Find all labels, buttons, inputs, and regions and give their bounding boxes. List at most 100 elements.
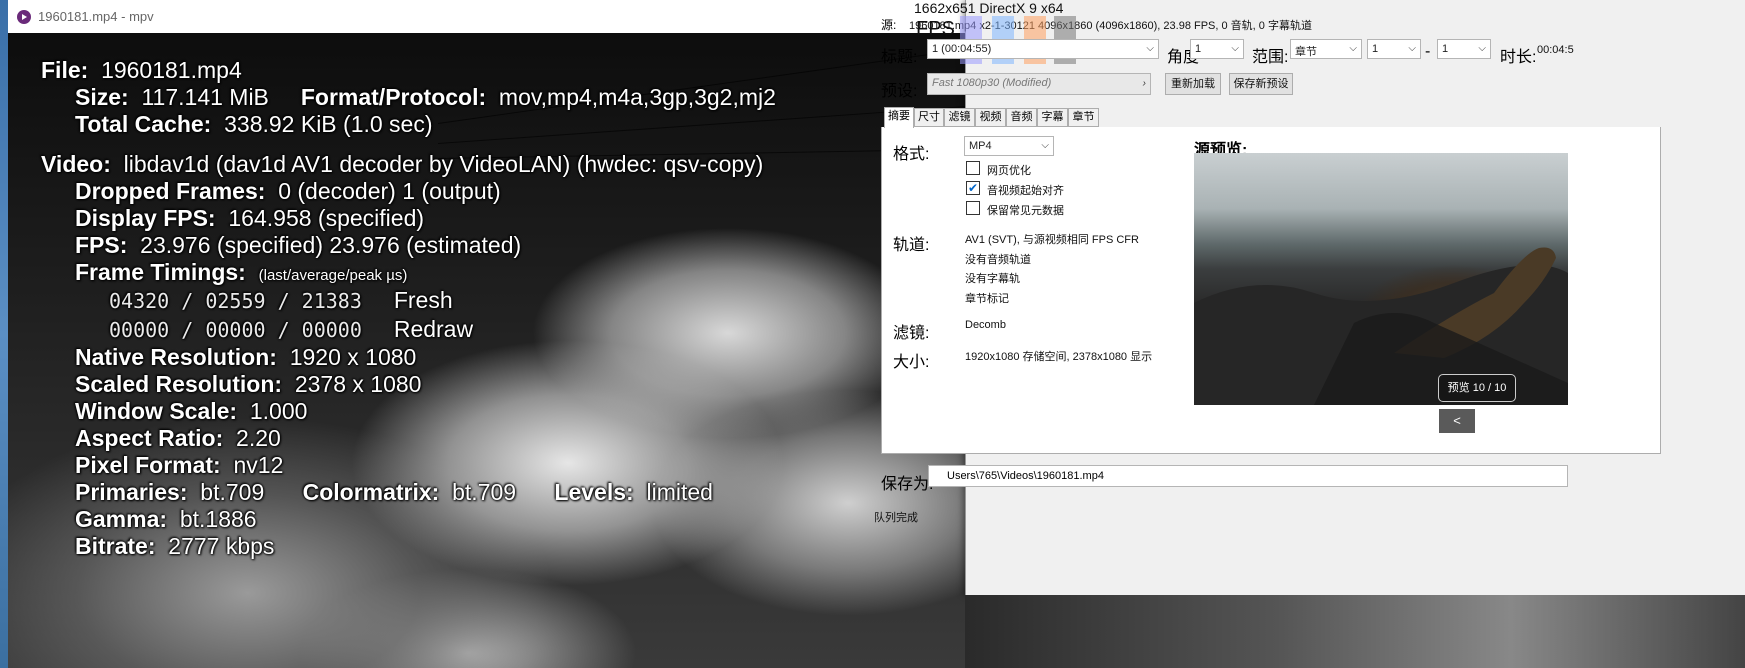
osd-gamma-line: Gamma: bt.1886	[75, 506, 257, 533]
range-to-select[interactable]: 1 ⌵	[1437, 39, 1491, 59]
track-audio: 没有音频轨道	[965, 254, 1031, 266]
osd-label: Size:	[75, 84, 129, 110]
mpv-title-bar[interactable]: 1960181.mp4 - mpv	[8, 0, 968, 34]
osd-value: 1.000	[249, 398, 308, 424]
range-type-select[interactable]: 章节 ⌵	[1290, 39, 1362, 59]
osd-label: File:	[41, 57, 89, 83]
source-label: 源:	[881, 18, 897, 32]
osd-bitrate-line: Bitrate: 2777 kbps	[75, 533, 274, 560]
osd-value: 117.141 MiB	[141, 84, 269, 110]
web-optimize-label: 网页优化	[987, 165, 1031, 177]
mpv-window[interactable]: 1960181.mp4 - mpv File: 1960181.mp4 Size…	[8, 0, 968, 668]
osd-label: Video:	[41, 151, 111, 177]
osd-label: Total Cache:	[75, 111, 212, 137]
previous-preview-button[interactable]: <	[1439, 409, 1475, 433]
size-label: 大小:	[893, 354, 930, 371]
osd-label: Aspect Ratio:	[75, 425, 224, 451]
tab-dimensions[interactable]: 尺寸	[914, 108, 944, 127]
chevron-down-icon: ⌵	[1231, 43, 1239, 54]
tab-filters[interactable]: 滤镜	[944, 108, 975, 127]
tab-summary[interactable]: 摘要	[884, 107, 914, 128]
osd-video-line: Video: libdav1d (dav1d AV1 decoder by Vi…	[41, 151, 763, 178]
save-preset-button[interactable]: 保存新预设	[1229, 73, 1293, 95]
angle-select[interactable]: 1 ⌵	[1190, 39, 1244, 59]
preset-label: 预设:	[881, 83, 918, 100]
overlay-fps-text: FPS	[916, 18, 955, 40]
osd-label: Primaries:	[75, 479, 188, 505]
web-optimize-checkbox[interactable]	[966, 161, 980, 175]
osd-label: Gamma:	[75, 506, 168, 532]
title-select[interactable]: 1 (00:04:55) ⌵	[927, 39, 1159, 59]
range-from-select[interactable]: 1 ⌵	[1367, 39, 1421, 59]
chevron-down-icon: ⌵	[1349, 43, 1357, 54]
osd-timings-line: Frame Timings: (last/average/peak µs)	[75, 259, 407, 286]
osd-label: Dropped Frames:	[75, 178, 266, 204]
osd-value: 23.976 (specified) 23.976 (estimated)	[140, 232, 522, 258]
osd-label: Frame Timings:	[75, 259, 246, 285]
osd-value: nv12	[233, 452, 284, 478]
chevron-down-icon: ⌵	[1041, 140, 1049, 151]
format-select-value: MP4	[969, 140, 992, 152]
osd-file-line: File: 1960181.mp4	[41, 57, 242, 84]
osd-fps-line: FPS: 23.976 (specified) 23.976 (estimate…	[75, 232, 521, 259]
osd-value: 338.92 KiB (1.0 sec)	[224, 111, 433, 137]
osd-window-scale-line: Window Scale: 1.000	[75, 398, 307, 425]
osd-value: libdav1d (dav1d AV1 decoder by VideoLAN)…	[123, 151, 764, 177]
desktop-background	[0, 0, 8, 668]
osd-redraw-values: 00000 / 00000 / 00000	[109, 318, 362, 342]
duration-value: 00:04:5	[1537, 44, 1574, 56]
osd-redraw-line: 00000 / 00000 / 00000 Redraw	[109, 316, 473, 343]
tab-subtitles[interactable]: 字幕	[1037, 108, 1068, 127]
save-as-path-input[interactable]: Users\765\Videos\1960181.mp4	[928, 465, 1568, 487]
osd-redraw-label: Redraw	[393, 316, 474, 342]
osd-display-fps-line: Display FPS: 164.958 (specified)	[75, 205, 424, 232]
title-select-value: 1 (00:04:55)	[932, 43, 992, 55]
align-av-checkbox[interactable]: ✔	[966, 181, 980, 195]
save-as-label: 保存为:	[881, 476, 934, 493]
chevron-down-icon: ⌵	[1146, 43, 1154, 54]
mpv-window-title: 1960181.mp4 - mpv	[38, 9, 154, 24]
tab-chapters[interactable]: 章节	[1068, 108, 1099, 127]
track-video: AV1 (SVT), 与源视频相同 FPS CFR	[965, 234, 1139, 246]
keep-metadata-checkbox[interactable]	[966, 201, 980, 215]
range-from-value: 1	[1372, 43, 1379, 55]
osd-fresh-values: 04320 / 02559 / 21383	[109, 289, 362, 313]
tab-audio[interactable]: 音频	[1006, 108, 1037, 127]
osd-pixfmt-line: Pixel Format: nv12	[75, 452, 283, 479]
angle-select-value: 1	[1195, 43, 1202, 55]
osd-label: Bitrate:	[75, 533, 156, 559]
osd-label: Format/Protocol:	[300, 84, 487, 110]
iguana-rocks-graphic	[1194, 247, 1568, 405]
chevron-down-icon: ⌵	[1408, 43, 1416, 54]
preview-counter-badge: 预览 10 / 10	[1438, 374, 1516, 402]
osd-value: bt.709	[200, 479, 265, 505]
osd-label: Scaled Resolution:	[75, 371, 283, 397]
osd-label: Display FPS:	[75, 205, 216, 231]
osd-label: Levels:	[554, 479, 634, 505]
range-dash: -	[1425, 43, 1431, 60]
reload-button[interactable]: 重新加载	[1165, 73, 1221, 95]
osd-subtitle: (last/average/peak µs)	[258, 267, 408, 284]
osd-value: bt.709	[452, 479, 517, 505]
duration-label: 时长:	[1500, 49, 1537, 66]
align-av-label: 音视频起始对齐	[987, 185, 1064, 197]
track-subtitles: 没有字幕轨	[965, 273, 1020, 285]
osd-dropped-line: Dropped Frames: 0 (decoder) 1 (output)	[75, 178, 501, 205]
osd-fresh-label: Fresh	[393, 287, 453, 313]
preset-select[interactable]: Fast 1080p30 (Modified) ›	[927, 73, 1151, 95]
osd-label: FPS:	[75, 232, 128, 258]
filters-label: 滤镜:	[893, 325, 930, 342]
osd-label: Colormatrix:	[302, 479, 440, 505]
save-as-path-value: Users\765\Videos\1960181.mp4	[947, 470, 1104, 482]
track-chapters: 章节标记	[965, 293, 1009, 305]
osd-value: 1960181.mp4	[101, 57, 242, 83]
preset-select-value: Fast 1080p30 (Modified)	[932, 77, 1052, 89]
tab-video[interactable]: 视频	[975, 108, 1006, 127]
keep-metadata-label: 保留常见元数据	[987, 205, 1064, 217]
overlay-resolution-text: 1662x651 DirectX 9 x64	[914, 0, 1064, 16]
osd-fresh-line: 04320 / 02559 / 21383 Fresh	[109, 287, 453, 314]
format-select[interactable]: MP4 ⌵	[964, 136, 1054, 156]
osd-value: 2777 kbps	[168, 533, 275, 559]
mpv-logo-icon	[17, 9, 31, 24]
osd-value: 2378 x 1080	[294, 371, 422, 397]
